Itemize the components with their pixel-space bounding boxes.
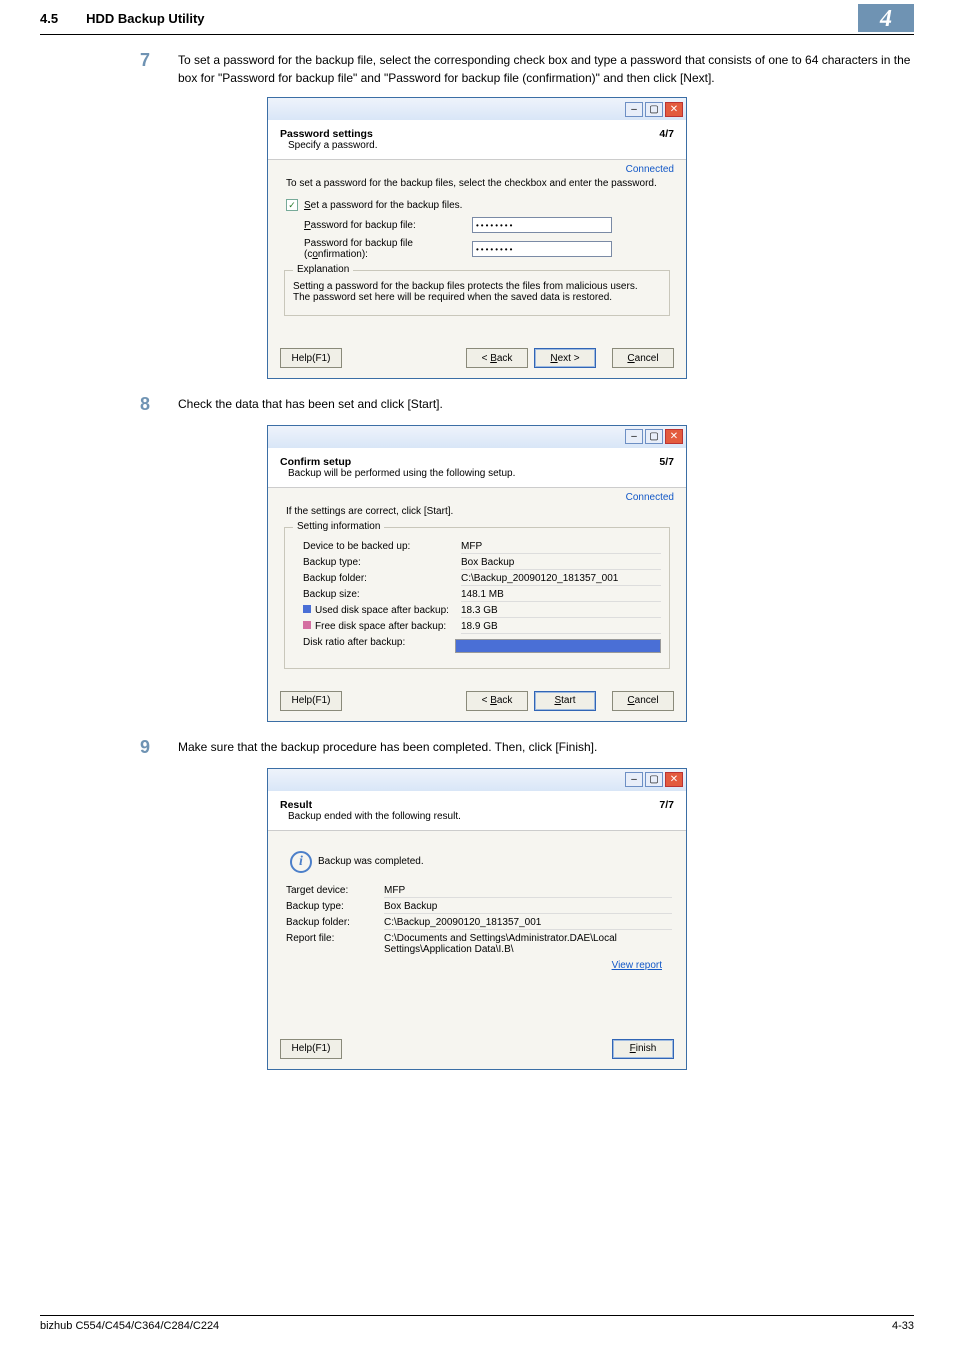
step-text: Check the data that has been set and cli… [178,395,914,415]
help-button[interactable]: Help(F1) [280,691,342,711]
set-password-checkbox-row[interactable]: ✓ Set a password for the backup files. [286,199,668,211]
row-folder: Backup folder:C:\Backup_20090120_181357_… [286,917,672,930]
password-field-row: Password for backup file: •••••••• [304,217,668,233]
header-title: Password settings [280,128,378,140]
dialog-confirm-setup: – ▢ ✕ Confirm setup Backup will be perfo… [0,425,954,722]
cancel-button[interactable]: Cancel [612,691,674,711]
dialog-buttons: Help(F1) < Back Next > Cancel [268,340,686,378]
help-button[interactable]: Help(F1) [280,348,342,368]
section-number: 4.5 [40,11,58,26]
password-label: Password for backup file: [304,220,464,231]
row-used: Used disk space after backup:18.3 GB [303,605,661,618]
step-8: 8 Check the data that has been set and c… [140,395,914,415]
row-type: Backup type:Box Backup [286,901,672,914]
page-header: 4.5 HDD Backup Utility 4 [40,0,914,35]
step-indicator: 7/7 [659,799,674,811]
password-confirm-input[interactable]: •••••••• [472,241,612,257]
help-button[interactable]: Help(F1) [280,1039,342,1059]
dialog-header: Confirm setup Backup will be performed u… [268,448,686,488]
maximize-icon[interactable]: ▢ [645,772,663,787]
connection-status: Connected [626,492,674,503]
header-subtitle: Backup ended with the following result. [288,811,461,822]
chapter-badge: 4 [858,4,914,32]
row-type: Backup type:Box Backup [303,557,661,570]
row-report: Report file:C:\Documents and Settings\Ad… [286,933,672,956]
info-icon: i [290,851,312,873]
instruction-text: To set a password for the backup files, … [286,178,668,189]
group-title: Explanation [293,264,353,275]
password-confirm-field-row: Password for backup file (confirmation):… [304,238,668,260]
maximize-icon[interactable]: ▢ [645,429,663,444]
step-indicator: 5/7 [659,456,674,468]
row-device: Device to be backed up:MFP [303,541,661,554]
dialog-password-settings: – ▢ ✕ Password settings Specify a passwo… [0,97,954,379]
step-indicator: 4/7 [659,128,674,140]
page-footer: bizhub C554/C454/C364/C284/C224 4-33 [40,1315,914,1332]
close-icon[interactable]: ✕ [665,102,683,117]
back-button[interactable]: < Back [466,691,528,711]
step-text: To set a password for the backup file, s… [178,51,914,87]
header-subtitle: Specify a password. [288,140,378,151]
header-title: Result [280,799,461,811]
start-button[interactable]: Start [534,691,596,711]
setting-info-group: Setting information Device to be backed … [284,527,670,669]
row-target: Target device:MFP [286,885,672,898]
back-button[interactable]: < Back [466,348,528,368]
window-titlebar: – ▢ ✕ [268,769,686,791]
step-number: 9 [140,738,158,758]
result-status: i Backup was completed. [290,851,664,873]
footer-left: bizhub C554/C454/C364/C284/C224 [40,1320,219,1332]
instruction-text: If the settings are correct, click [Star… [286,506,668,517]
dialog-buttons: Help(F1) Finish [268,1031,686,1069]
section-title: HDD Backup Utility [86,11,858,26]
minimize-icon[interactable]: – [625,772,643,787]
square-icon [303,621,311,629]
header-subtitle: Backup will be performed using the follo… [288,468,515,479]
dialog-header: Result Backup ended with the following r… [268,791,686,831]
dialog-result: – ▢ ✕ Result Backup ended with the follo… [0,768,954,1070]
square-icon [303,605,311,613]
password-confirm-label: Password for backup file (confirmation): [304,238,464,260]
view-report-link[interactable]: View report [612,960,662,971]
step-9: 9 Make sure that the backup procedure ha… [140,738,914,758]
row-size: Backup size:148.1 MB [303,589,661,602]
connection-status: Connected [626,164,674,175]
minimize-icon[interactable]: – [625,102,643,117]
close-icon[interactable]: ✕ [665,429,683,444]
step-number: 8 [140,395,158,415]
explanation-text: Setting a password for the backup files … [293,281,661,303]
header-title: Confirm setup [280,456,515,468]
footer-right: 4-33 [892,1320,914,1332]
finish-button[interactable]: Finish [612,1039,674,1059]
password-input[interactable]: •••••••• [472,217,612,233]
explanation-group: Explanation Setting a password for the b… [284,270,670,316]
checkbox-label: Set a password for the backup files. [304,200,462,211]
close-icon[interactable]: ✕ [665,772,683,787]
window-titlebar: – ▢ ✕ [268,426,686,448]
ratio-bar [455,639,661,653]
next-button[interactable]: Next > [534,348,596,368]
group-title: Setting information [293,521,384,532]
minimize-icon[interactable]: – [625,429,643,444]
row-free: Free disk space after backup:18.9 GB [303,621,661,634]
step-number: 7 [140,51,158,87]
result-text: Backup was completed. [318,856,424,867]
row-folder: Backup folder:C:\Backup_20090120_181357_… [303,573,661,586]
row-ratio: Disk ratio after backup: [303,637,661,653]
dialog-header: Password settings Specify a password. 4/… [268,120,686,160]
step-text: Make sure that the backup procedure has … [178,738,914,758]
maximize-icon[interactable]: ▢ [645,102,663,117]
window-titlebar: – ▢ ✕ [268,98,686,120]
dialog-buttons: Help(F1) < Back Start Cancel [268,683,686,721]
checkbox-icon[interactable]: ✓ [286,199,298,211]
cancel-button[interactable]: Cancel [612,348,674,368]
step-7: 7 To set a password for the backup file,… [140,51,914,87]
